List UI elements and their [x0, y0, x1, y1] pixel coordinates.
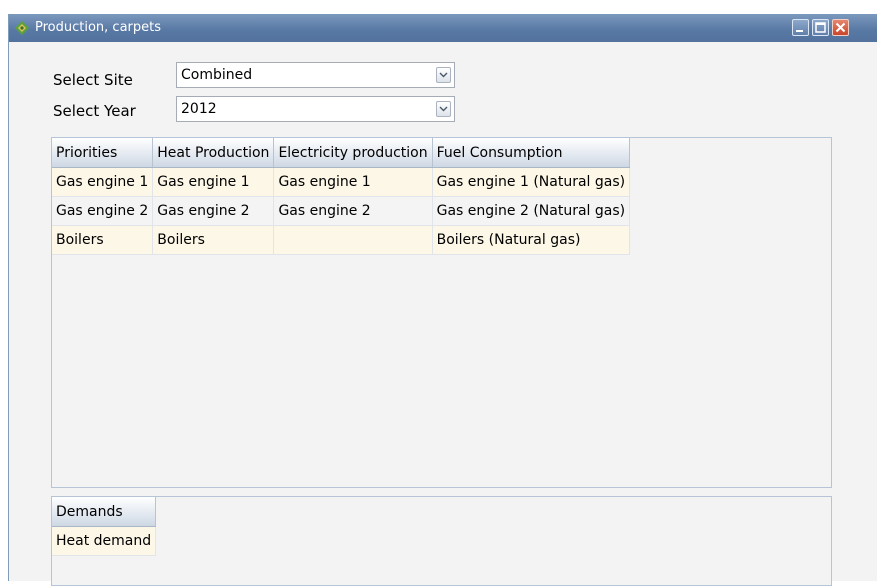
- table-cell[interactable]: Gas engine 1: [52, 167, 154, 197]
- table-cell[interactable]: Gas engine 2: [52, 196, 154, 226]
- table-cell[interactable]: Boilers: [152, 225, 275, 255]
- demands-grid-panel[interactable]: Demands Heat demand: [51, 496, 832, 586]
- chevron-down-icon: [439, 72, 448, 78]
- app-logo-icon: [14, 20, 30, 36]
- production-carpets-window: Production, carpets Select Site Combined: [8, 14, 877, 586]
- year-dropdown-button[interactable]: [436, 101, 451, 117]
- table-cell[interactable]: Boilers: [52, 225, 154, 255]
- column-header-electricity-production[interactable]: Electricity production: [273, 138, 433, 168]
- column-header-heat-production[interactable]: Heat Production: [152, 138, 275, 168]
- table-row[interactable]: Gas engine 2 Gas engine 2 Gas engine 2 G…: [52, 196, 631, 226]
- chevron-down-icon: [439, 106, 448, 112]
- title-bar[interactable]: Production, carpets: [9, 14, 877, 42]
- minimize-button[interactable]: [792, 19, 809, 36]
- year-select-value: 2012: [181, 101, 217, 117]
- site-select-value: Combined: [181, 67, 253, 83]
- maximize-button[interactable]: [812, 19, 829, 36]
- table-cell[interactable]: Gas engine 2: [152, 196, 275, 226]
- table-cell[interactable]: Heat demand: [52, 526, 157, 556]
- year-select[interactable]: 2012: [176, 96, 455, 122]
- demands-table: Demands Heat demand: [52, 497, 157, 556]
- select-site-label: Select Site: [53, 71, 133, 89]
- column-header-priorities[interactable]: Priorities: [52, 138, 154, 168]
- column-header-fuel-consumption[interactable]: Fuel Consumption: [432, 138, 631, 168]
- table-cell[interactable]: Gas engine 1: [152, 167, 275, 197]
- close-icon: [835, 22, 846, 33]
- table-cell[interactable]: Gas engine 1 (Natural gas): [432, 167, 631, 197]
- table-cell[interactable]: Boilers (Natural gas): [432, 225, 631, 255]
- priorities-table: Priorities Heat Production Electricity p…: [52, 138, 631, 255]
- select-year-label: Select Year: [53, 102, 136, 120]
- table-cell[interactable]: Gas engine 2 (Natural gas): [432, 196, 631, 226]
- site-dropdown-button[interactable]: [436, 67, 451, 83]
- table-cell[interactable]: [273, 225, 433, 255]
- site-select[interactable]: Combined: [176, 62, 455, 88]
- close-button[interactable]: [832, 19, 849, 36]
- table-cell[interactable]: Gas engine 2: [273, 196, 433, 226]
- table-cell[interactable]: Gas engine 1: [273, 167, 433, 197]
- table-row[interactable]: Heat demand: [52, 526, 157, 556]
- priorities-grid-panel[interactable]: Priorities Heat Production Electricity p…: [51, 137, 832, 488]
- window-title: Production, carpets: [35, 20, 162, 35]
- table-row[interactable]: Boilers Boilers Boilers (Natural gas): [52, 225, 631, 255]
- column-header-demands[interactable]: Demands: [52, 497, 157, 527]
- minimize-icon: [796, 30, 803, 32]
- table-row[interactable]: Gas engine 1 Gas engine 1 Gas engine 1 G…: [52, 167, 631, 197]
- maximize-icon: [815, 22, 826, 33]
